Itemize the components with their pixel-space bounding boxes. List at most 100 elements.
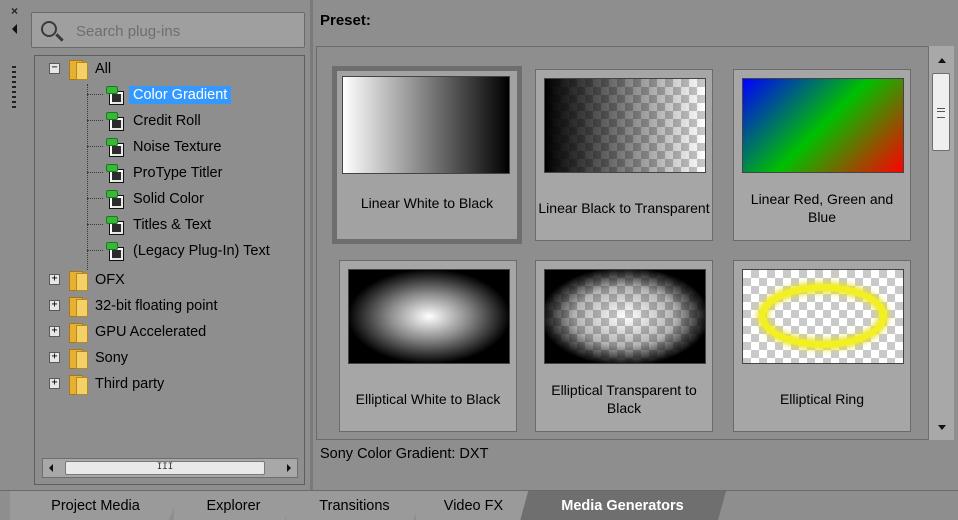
scroll-up-icon[interactable] [938, 58, 946, 63]
expand-toggle[interactable]: + [49, 352, 60, 363]
preset-thumbnail [342, 76, 510, 174]
close-icon[interactable]: × [11, 5, 18, 17]
tree-connector [87, 146, 103, 147]
plugin-icon [105, 215, 125, 235]
tab-video-fx[interactable]: Video FX [416, 491, 532, 520]
preset-caption: Linear Black to Transparent [538, 200, 710, 216]
tree-item-credit-roll[interactable]: Credit Roll [105, 109, 205, 133]
tree-item-legacy-text[interactable]: (Legacy Plug-In) Text [105, 239, 274, 263]
preset-caption: Elliptical White to Black [355, 391, 501, 407]
tree-item-label: Titles & Text [133, 217, 212, 233]
tab-label: Explorer [206, 498, 261, 514]
plugin-icon [105, 137, 125, 157]
plugin-icon [105, 189, 125, 209]
tab-label: Video FX [443, 498, 504, 514]
scroll-thumb[interactable]: III [65, 461, 265, 475]
tree-item-label: ProType Titler [133, 165, 223, 181]
tree-connector [87, 198, 103, 199]
gradient-overlay [545, 270, 705, 363]
preset-thumbnail [544, 78, 706, 173]
tree-folder-label: GPU Accelerated [95, 324, 207, 340]
tab-media-generators[interactable]: Media Generators [520, 491, 726, 520]
preset-linear-rgb[interactable]: Linear Red, Green and Blue [733, 69, 911, 241]
expand-toggle[interactable]: + [49, 326, 60, 337]
tree-folder-label: Third party [95, 376, 165, 392]
tree-folder-sony[interactable]: Sony [67, 346, 132, 370]
preset-elliptical-ring[interactable]: Elliptical Ring [733, 260, 911, 432]
tree-folder-label: 32-bit floating point [95, 298, 218, 314]
tree-connector [87, 94, 103, 95]
folder-icon [67, 321, 88, 343]
tree-item-color-gradient[interactable]: Color Gradient [105, 83, 232, 107]
tree-connector [87, 120, 103, 121]
panel-splitter[interactable] [310, 0, 313, 490]
search-icon [41, 21, 57, 37]
scroll-down-icon[interactable] [938, 425, 946, 430]
tree-item-solid-color[interactable]: Solid Color [105, 187, 208, 211]
plugin-tree: − All Color Gradient Credit Roll Noise T… [34, 55, 305, 485]
tree-folder-label: All [95, 61, 112, 77]
tab-label: Project Media [51, 498, 140, 514]
scroll-right-icon[interactable] [287, 464, 291, 472]
folder-icon [67, 347, 88, 369]
drag-grip-icon[interactable] [12, 66, 16, 110]
tree-folder-third-party[interactable]: Third party [67, 372, 168, 396]
preset-elliptical-transparent-to-black[interactable]: Elliptical Transparent to Black [535, 260, 713, 432]
dock-strip: × [0, 0, 28, 490]
tree-folder-ofx[interactable]: OFX [67, 268, 129, 292]
plugin-icon [105, 163, 125, 183]
status-text: Sony Color Gradient: DXT [320, 446, 489, 462]
search-input[interactable] [76, 20, 296, 42]
tree-item-noise-texture[interactable]: Noise Texture [105, 135, 225, 159]
tree-connector [87, 172, 103, 173]
tree-item-protype-titler[interactable]: ProType Titler [105, 161, 226, 185]
preset-linear-white-to-black[interactable]: Linear White to Black [332, 66, 522, 244]
tree-item-label: (Legacy Plug-In) Text [133, 243, 270, 259]
tab-transitions[interactable]: Transitions [286, 491, 424, 520]
tab-label: Transitions [319, 498, 390, 514]
scroll-left-icon[interactable] [49, 464, 53, 472]
tab-bar: Project Media Explorer Transitions Video… [0, 490, 958, 520]
preset-linear-black-to-transparent[interactable]: Linear Black to Transparent [535, 69, 713, 241]
tree-connector [87, 250, 103, 251]
ring-shape [759, 284, 887, 348]
preset-elliptical-white-to-black[interactable]: Elliptical White to Black [339, 260, 517, 432]
tree-folder-32bit[interactable]: 32-bit floating point [67, 294, 222, 318]
folder-icon [67, 373, 88, 395]
folder-icon [67, 269, 88, 291]
expand-toggle[interactable]: + [49, 300, 60, 311]
preset-thumbnail [348, 269, 510, 364]
vertical-scrollbar[interactable] [928, 46, 954, 440]
collapse-toggle[interactable]: − [49, 63, 60, 74]
tree-connector [87, 84, 88, 270]
plugin-icon [105, 241, 125, 261]
tree-item-titles-text[interactable]: Titles & Text [105, 213, 215, 237]
tab-explorer[interactable]: Explorer [174, 491, 294, 520]
preset-heading: Preset: [320, 12, 371, 29]
preset-thumbnail [742, 78, 904, 173]
folder-icon [67, 58, 88, 80]
search-box[interactable] [31, 12, 305, 48]
horizontal-scrollbar[interactable]: III [42, 458, 298, 478]
preset-caption: Elliptical Transparent to Black [551, 382, 697, 416]
tab-label: Media Generators [561, 498, 684, 514]
preset-caption: Elliptical Ring [779, 391, 865, 407]
tree-item-label: Noise Texture [133, 139, 222, 155]
tree-folder-all[interactable]: All [67, 57, 115, 81]
plugin-icon [105, 111, 125, 131]
tree-item-label: Solid Color [133, 191, 204, 207]
preset-caption: Linear Red, Green and Blue [750, 191, 894, 225]
tree-folder-gpu[interactable]: GPU Accelerated [67, 320, 210, 344]
tree-folder-label: Sony [95, 350, 129, 366]
expand-toggle[interactable]: + [49, 274, 60, 285]
tree-connector [87, 224, 103, 225]
preset-thumbnail [742, 269, 904, 364]
collapse-left-icon[interactable] [12, 24, 17, 34]
gradient-overlay [545, 79, 705, 172]
tree-folder-label: OFX [95, 272, 125, 288]
scroll-thumb[interactable] [932, 73, 950, 151]
tab-project-media[interactable]: Project Media [10, 491, 182, 520]
preset-thumbnail [544, 269, 706, 364]
tree-item-label: Color Gradient [129, 86, 232, 104]
expand-toggle[interactable]: + [49, 378, 60, 389]
